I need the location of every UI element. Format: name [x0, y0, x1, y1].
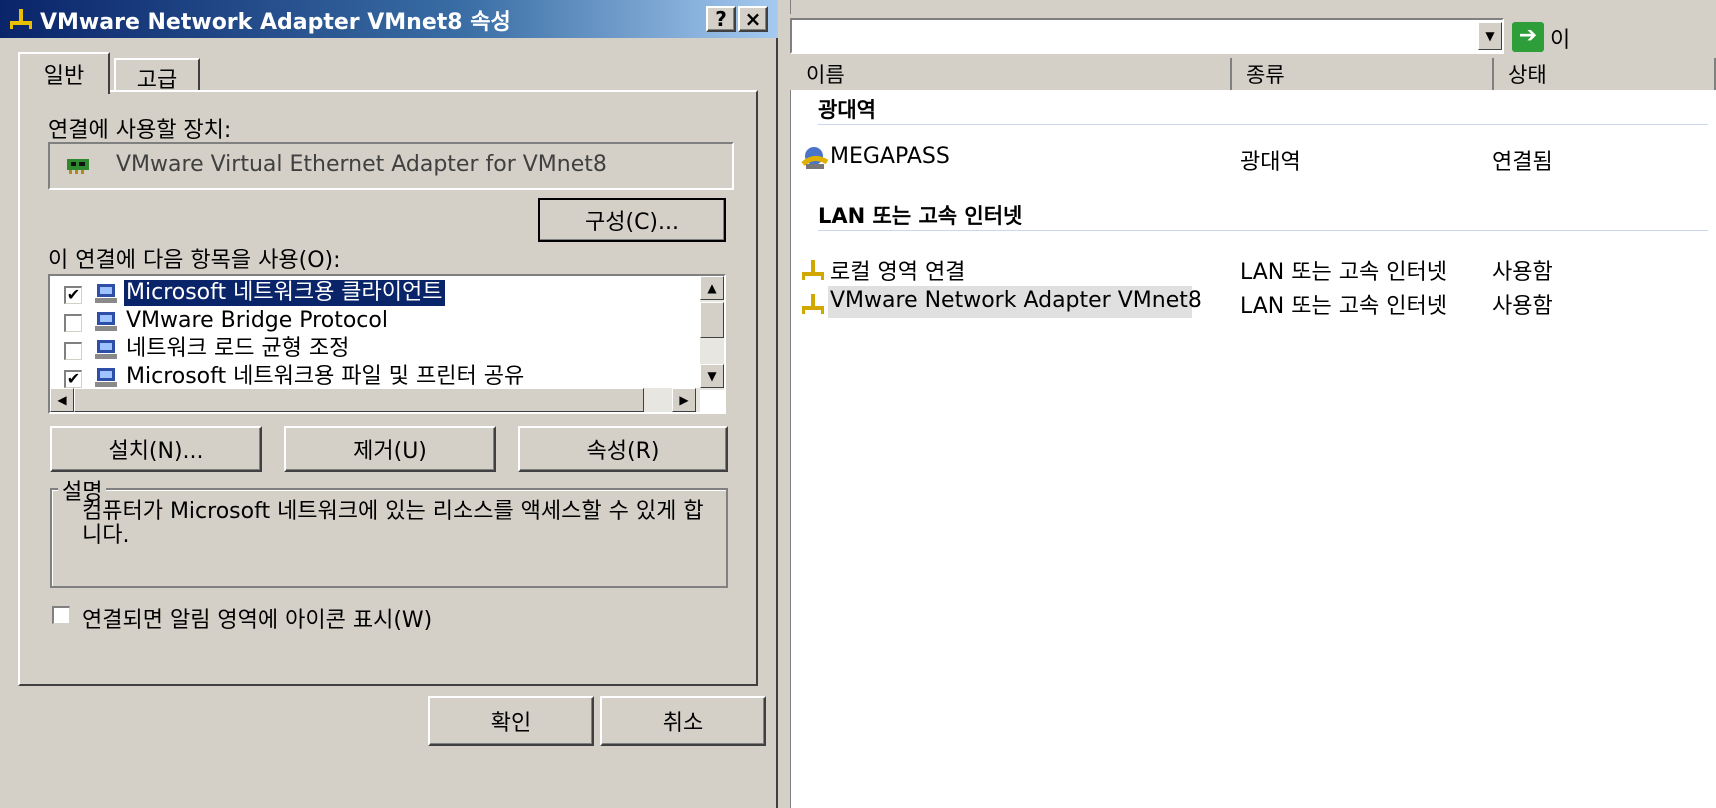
address-bar-area: ▼ ➔ 이 — [790, 14, 1716, 58]
properties-dialog: VMware Network Adapter VMnet8 속성 ? × 일반 … — [0, 0, 778, 808]
ok-button-label: 확인 — [490, 711, 532, 736]
scroll-up-button[interactable]: ▲ — [700, 276, 724, 300]
computer-icon — [95, 312, 117, 331]
network-connection-icon — [802, 260, 824, 280]
item-type: LAN 또는 고속 인터넷 — [1240, 260, 1447, 285]
help-icon: ? — [715, 7, 727, 31]
component-item[interactable]: 네트워크 로드 균형 조정 — [50, 336, 696, 364]
cancel-button-label: 취소 — [662, 711, 704, 736]
title-bar[interactable]: VMware Network Adapter VMnet8 속성 ? × — [0, 0, 778, 38]
close-button[interactable]: × — [738, 6, 768, 32]
list-item-local-connection[interactable]: 로컬 영역 연결 LAN 또는 고속 인터넷 사용함 — [800, 250, 1710, 286]
item-type: 광대역 — [1240, 150, 1301, 175]
horizontal-scroll-thumb[interactable] — [74, 388, 644, 412]
connect-using-label: 연결에 사용할 장치: — [48, 118, 232, 143]
component-checkbox[interactable] — [64, 342, 82, 360]
item-name: MEGAPASS — [830, 144, 950, 169]
go-button[interactable]: ➔ — [1512, 22, 1544, 52]
component-label: Microsoft 네트워크용 파일 및 프린터 공유 — [126, 364, 525, 389]
component-checkbox[interactable]: ✔ — [64, 370, 82, 388]
item-type: LAN 또는 고속 인터넷 — [1240, 294, 1447, 319]
address-dropdown-button[interactable]: ▼ — [1478, 22, 1502, 50]
configure-button-label: 구성(C)... — [585, 210, 679, 235]
arrow-right-icon: ▶ — [679, 393, 689, 407]
list-item-vmnet8[interactable]: VMware Network Adapter VMnet8 LAN 또는 고속 … — [800, 284, 1710, 320]
computer-icon — [95, 284, 117, 303]
horizontal-scrollbar[interactable]: ◀ ▶ — [50, 388, 700, 412]
scroll-left-button[interactable]: ◀ — [50, 388, 74, 412]
scroll-right-button[interactable]: ▶ — [672, 388, 696, 412]
window-divider — [778, 0, 791, 808]
arrow-down-icon: ▼ — [707, 369, 717, 383]
group-divider — [818, 230, 1708, 231]
network-adapter-icon — [67, 159, 89, 174]
item-status: 사용함 — [1492, 294, 1553, 319]
configure-button[interactable]: 구성(C)... — [538, 198, 726, 242]
item-name: VMware Network Adapter VMnet8 — [830, 288, 1202, 313]
network-connections-window: ▼ ➔ 이 이름 종류 상태 광대역 MEGAPASS 광대역 연결됨 LAN … — [778, 0, 1716, 808]
show-icon-label: 연결되면 알림 영역에 아이콘 표시(W) — [82, 608, 433, 633]
component-checkbox[interactable]: ✔ — [64, 286, 82, 304]
computer-icon — [95, 368, 117, 387]
network-connection-icon — [802, 294, 824, 314]
computer-icon — [95, 340, 117, 359]
column-header-name[interactable]: 이름 — [792, 58, 1232, 90]
go-label: 이 — [1550, 28, 1571, 53]
group-title-lan: LAN 또는 고속 인터넷 — [818, 204, 1023, 228]
uninstall-button-label: 제거(U) — [353, 439, 427, 464]
column-header-type[interactable]: 종류 — [1232, 58, 1494, 90]
close-icon: × — [744, 7, 762, 31]
broadband-icon — [801, 147, 829, 169]
dialog-title: VMware Network Adapter VMnet8 속성 — [40, 10, 511, 35]
arrow-up-icon: ▲ — [707, 281, 717, 295]
ok-button[interactable]: 확인 — [428, 696, 594, 746]
group-divider — [818, 124, 1708, 125]
uninstall-button[interactable]: 제거(U) — [284, 426, 496, 472]
column-header-status[interactable]: 상태 — [1494, 58, 1716, 90]
tab-general[interactable]: 일반 — [18, 52, 110, 94]
tab-general-label: 일반 — [43, 64, 85, 89]
properties-button[interactable]: 속성(R) — [518, 426, 728, 472]
component-label: Microsoft 네트워크용 클라이언트 — [123, 279, 446, 307]
address-input[interactable] — [790, 18, 1504, 54]
column-header-name-label: 이름 — [806, 63, 845, 87]
go-arrow-icon: ➔ — [1518, 23, 1538, 48]
component-label: 네트워크 로드 균형 조정 — [126, 336, 350, 361]
network-connection-icon — [10, 9, 32, 29]
vertical-scrollbar[interactable]: ▲ ▼ — [700, 276, 724, 390]
items-label: 이 연결에 다음 항목을 사용(O): — [48, 248, 341, 273]
column-header-status-label: 상태 — [1508, 63, 1547, 87]
help-button[interactable]: ? — [706, 6, 736, 32]
install-button-label: 설치(N)... — [108, 439, 204, 464]
cancel-button[interactable]: 취소 — [600, 696, 766, 746]
component-label: VMware Bridge Protocol — [126, 308, 388, 333]
list-item-megapass[interactable]: MEGAPASS 광대역 연결됨 — [800, 140, 1710, 176]
description-text: 컴퓨터가 Microsoft 네트워크에 있는 리소스를 액세스할 수 있게 합… — [82, 499, 704, 548]
chevron-down-icon: ▼ — [1485, 29, 1495, 43]
adapter-name: VMware Virtual Ethernet Adapter for VMne… — [116, 152, 607, 177]
scroll-down-button[interactable]: ▼ — [700, 364, 724, 388]
component-list[interactable]: ✔ Microsoft 네트워크용 클라이언트 VMware Bridge Prot… — [48, 274, 726, 414]
column-header-type-label: 종류 — [1246, 63, 1285, 87]
install-button[interactable]: 설치(N)... — [50, 426, 262, 472]
item-name: 로컬 영역 연결 — [830, 260, 966, 285]
component-checkbox[interactable] — [64, 314, 82, 332]
item-status: 사용함 — [1492, 260, 1553, 285]
component-item[interactable]: VMware Bridge Protocol — [50, 308, 696, 336]
adapter-box: VMware Virtual Ethernet Adapter for VMne… — [48, 142, 734, 190]
scroll-thumb[interactable] — [700, 302, 724, 338]
component-item[interactable]: ✔ Microsoft 네트워크용 클라이언트 — [50, 279, 696, 308]
item-status: 연결됨 — [1492, 150, 1553, 175]
show-icon-checkbox[interactable] — [52, 606, 70, 624]
arrow-left-icon: ◀ — [57, 393, 67, 407]
toolbar-strip — [778, 0, 1716, 15]
properties-button-label: 속성(R) — [586, 439, 660, 464]
group-title-broadband: 광대역 — [818, 98, 876, 122]
